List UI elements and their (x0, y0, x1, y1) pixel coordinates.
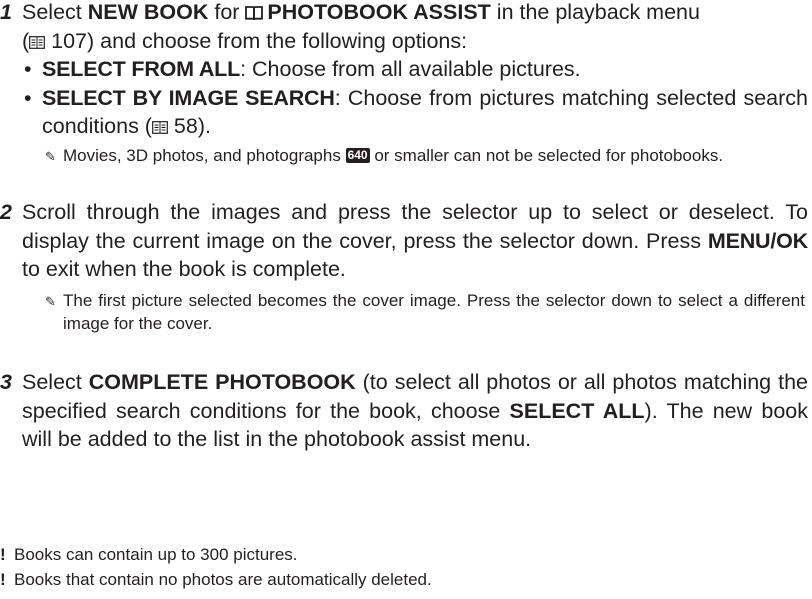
step-3-text: Select COMPLETE PHOTOBOOK (to select all… (22, 368, 808, 454)
manual-page: 1 Select NEW BOOK for PHOTOBOOK ASSIST i… (0, 0, 812, 599)
page-ref: 107 (45, 28, 88, 53)
step-1-text: Select NEW BOOK for PHOTOBOOK ASSIST in … (22, 0, 808, 55)
bullet-dot: • (24, 85, 32, 110)
complete-photobook-keyword: COMPLETE PHOTOBOOK (88, 370, 356, 394)
text-run: Select (22, 0, 88, 24)
text-run: ). (197, 114, 211, 138)
step-2-text: Scroll through the images and press the … (22, 198, 808, 284)
text-run: in the playback menu (490, 0, 700, 24)
step-number: 2 (0, 200, 12, 224)
text-run: Select (22, 370, 89, 394)
photobook-assist-keyword: PHOTOBOOK ASSIST (267, 0, 491, 24)
note-pencil-icon: ✎ (45, 149, 56, 164)
option-label: SELECT BY IMAGE SEARCH (42, 85, 335, 110)
page-ref-icon (152, 113, 168, 134)
text-run: ) and choose from the following options: (87, 28, 468, 53)
caution-text: Books can contain up to 300 pictures. (14, 545, 298, 564)
step-1: 1 Select NEW BOOK for PHOTOBOOK ASSIST i… (0, 0, 808, 55)
text-run: Scroll through the images and press the … (22, 200, 808, 253)
option-label: SELECT FROM ALL (42, 57, 241, 81)
text-run: for (208, 0, 246, 24)
option-text: : Choose from all available pictures. (240, 57, 581, 81)
text-run: or smaller can not be selected for photo… (374, 146, 724, 165)
note-1: ✎ Movies, 3D photos, and photographs 640… (45, 144, 805, 167)
size-640-badge: 640 (345, 148, 370, 163)
text-run: to exit when the book is complete. (22, 257, 346, 281)
select-all-keyword: SELECT ALL (509, 398, 645, 423)
note-text: Movies, 3D photos, and photographs 640 o… (45, 144, 805, 167)
step-number: 3 (0, 370, 12, 394)
step-3: 3 Select COMPLETE PHOTOBOOK (to select a… (0, 368, 808, 454)
new-book-keyword: NEW BOOK (87, 0, 209, 24)
step-1-options: • SELECT FROM ALL: Choose from all availa… (0, 55, 808, 141)
caution-icon: ! (0, 545, 6, 564)
page-ref-icon (29, 28, 46, 49)
step-number: 1 (0, 0, 12, 24)
note-2: ✎ The first picture selected becomes the… (45, 289, 805, 335)
caution-1: ! Books can contain up to 300 pictures. (0, 544, 298, 566)
note-text: The first picture selected becomes the c… (63, 291, 805, 333)
page-ref: 58 (167, 114, 198, 138)
caution-2: ! Books that contain no photos are automa… (0, 569, 432, 591)
menu-ok-keyword: MENU/OK (707, 228, 808, 253)
caution-text: Books that contain no photos are automat… (14, 570, 432, 589)
caution-icon: ! (0, 570, 6, 589)
list-item: • SELECT FROM ALL: Choose from all availa… (22, 55, 808, 84)
list-item: • SELECT BY IMAGE SEARCH: Choose from pic… (22, 84, 808, 141)
bullet-dot: • (24, 57, 32, 81)
note-pencil-icon: ✎ (45, 294, 56, 309)
text-run: Movies, 3D photos, and photographs (63, 146, 341, 165)
text-run: ( (22, 28, 30, 53)
step-2: 2 Scroll through the images and press th… (0, 198, 808, 284)
book-icon (245, 0, 264, 21)
